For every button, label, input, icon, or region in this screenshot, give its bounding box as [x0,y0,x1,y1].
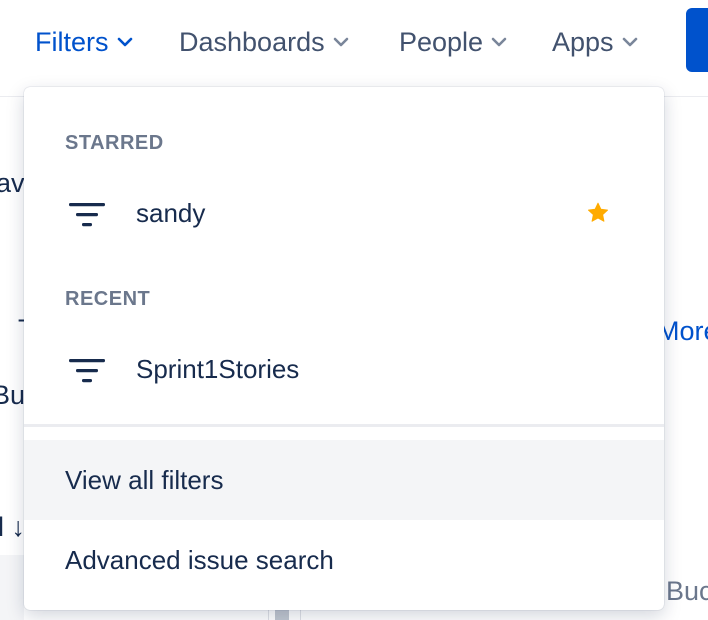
nav-dashboards-dropdown[interactable]: Dashboards [179,22,349,62]
recent-section-heading: RECENT [65,288,151,310]
filter-lines-icon [69,203,105,227]
top-navigation: Filters Dashboards People Apps [0,0,708,97]
recent-filter-label: Sprint1Stories [136,354,300,384]
advanced-issue-search-label: Advanced issue search [65,545,334,575]
nav-dashboards-label: Dashboards [179,26,325,57]
view-all-filters-label: View all filters [65,465,224,495]
nav-people-label: People [399,26,484,57]
recent-filter-item[interactable]: Sprint1Stories [24,340,664,400]
create-button[interactable] [686,8,708,72]
starred-filter-label: sandy [136,198,206,228]
chevron-down-icon [622,37,637,47]
background-text-fragment: Buc [666,576,708,606]
chevron-down-icon [333,37,348,47]
star-icon[interactable] [586,201,610,225]
nav-people-dropdown[interactable]: People [399,22,507,62]
filter-lines-icon [69,359,105,383]
starred-section-heading: STARRED [65,132,164,154]
view-all-filters-link[interactable]: View all filters [24,440,664,520]
advanced-issue-search-link[interactable]: Advanced issue search [24,520,664,600]
chevron-down-icon [491,37,507,47]
filters-dropdown-menu: STARRED sandy RECENT Sprint1Stories View… [24,87,664,610]
menu-divider [24,424,664,427]
background-more-link[interactable]: More [657,316,708,347]
jira-page: ave T Buc More l ↓ Buc Filters Dashboard… [0,0,708,620]
nav-filters-dropdown[interactable]: Filters [35,22,133,62]
nav-filters-label: Filters [35,26,109,57]
nav-apps-dropdown[interactable]: Apps [552,22,638,62]
nav-apps-label: Apps [552,26,614,57]
starred-filter-item[interactable]: sandy [24,184,664,244]
background-panel [0,555,24,620]
chevron-down-icon [117,37,132,47]
background-text-fragment: l ↓ [0,512,25,542]
